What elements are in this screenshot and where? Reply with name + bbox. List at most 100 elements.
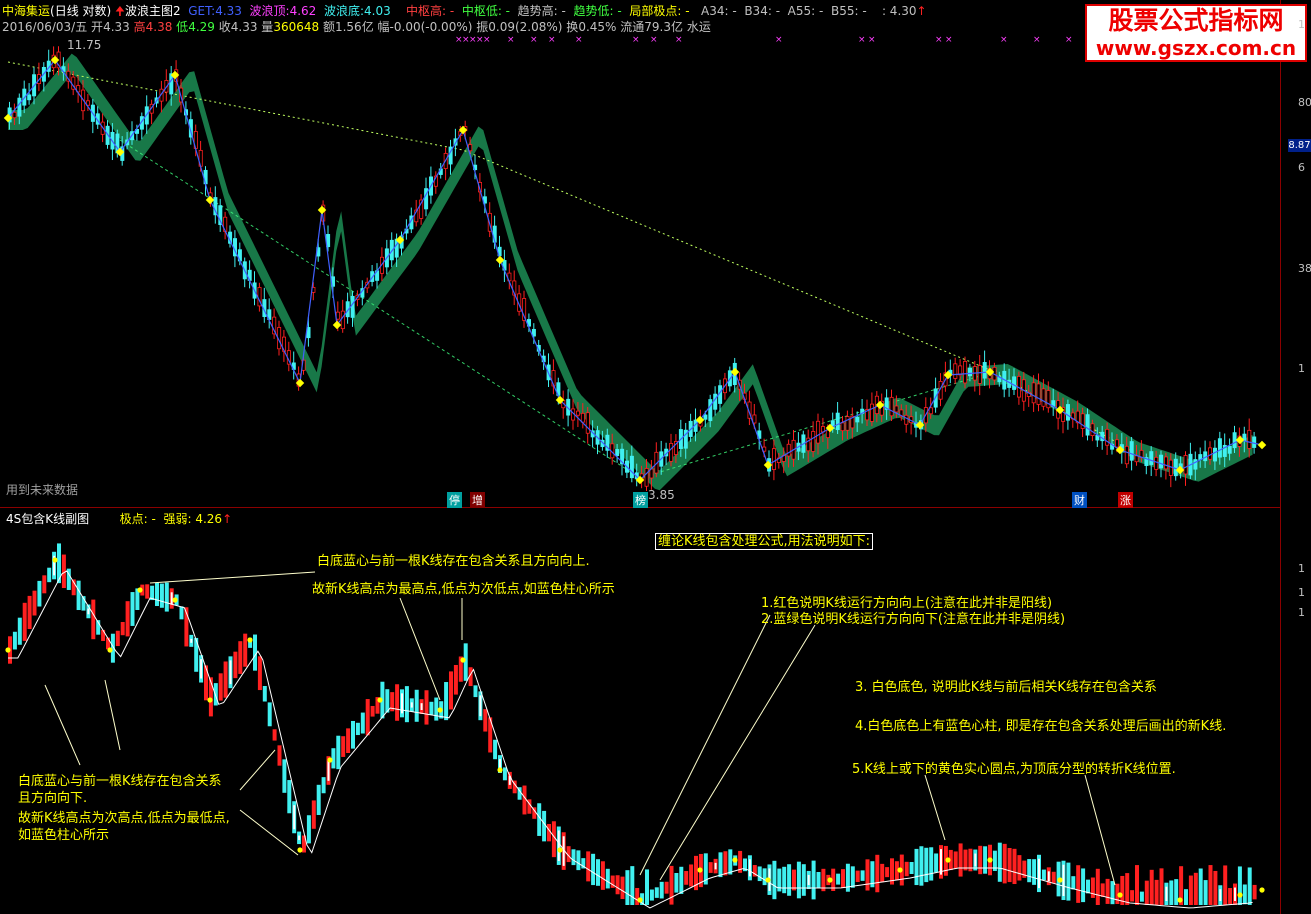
- sub-axis-label: 1: [1298, 606, 1305, 619]
- inclusion-white-core: [940, 849, 942, 875]
- magenta-x-marker: ×: [650, 35, 658, 45]
- inclusion-white-core: [87, 608, 90, 615]
- magenta-x-marker: ×: [575, 35, 583, 45]
- inclusion-kline-bar: [355, 722, 360, 736]
- inclusion-kline-bar: [115, 630, 120, 647]
- yellow-extreme-dot: [765, 877, 771, 883]
- inclusion-kline-bar: [1041, 869, 1046, 881]
- inclusion-kline-bar: [850, 866, 855, 888]
- inclusion-kline-bar: [223, 661, 228, 698]
- inclusion-white-core: [1047, 871, 1050, 882]
- yellow-extreme-dot: [1177, 897, 1183, 903]
- yellow-extreme-dot: [107, 647, 113, 653]
- badge-stop[interactable]: 停: [447, 492, 462, 508]
- hub-high: 中枢高: -: [405, 4, 455, 18]
- inclusion-kline-bar: [395, 684, 400, 721]
- red-up-arrow-icon: ↑: [222, 512, 233, 526]
- candle-body: [772, 448, 777, 470]
- indicator-name[interactable]: 波浪主图2: [125, 4, 181, 18]
- axis-label: 38: [1298, 262, 1311, 275]
- inclusion-white-core: [190, 638, 193, 643]
- sub-chart-title: 4S包含K线副图 极点: - 强弱: 4.26↑: [6, 510, 232, 527]
- yellow-extreme-dot: [460, 657, 466, 663]
- inclusion-kline-bar: [983, 846, 988, 874]
- inclusion-white-core: [479, 695, 482, 717]
- candle-body: [816, 420, 821, 444]
- candle-body: [708, 399, 713, 422]
- yellow-extreme-dot: [557, 847, 563, 853]
- yellow-extreme-dot: [637, 897, 643, 903]
- yellow-extreme-dot: [1057, 877, 1063, 883]
- yellow-extreme-dot: [697, 867, 703, 873]
- inclusion-kline-bar: [155, 582, 159, 607]
- inclusion-kline-bar: [728, 849, 733, 875]
- inclusion-kline-bar: [282, 759, 287, 793]
- inclusion-kline-bar: [414, 689, 419, 722]
- inclusion-kline-bar: [76, 580, 81, 611]
- candle-body: [1090, 423, 1095, 436]
- candle-body: [963, 361, 968, 384]
- candle-body: [1154, 456, 1159, 470]
- candle-body: [811, 431, 816, 452]
- candle-body: [1066, 404, 1071, 421]
- magenta-x-marker: ×: [868, 35, 876, 45]
- axis-label: 80: [1298, 96, 1311, 109]
- badge-finance[interactable]: 财: [1072, 492, 1087, 508]
- candle-body: [835, 412, 840, 431]
- candle-body: [169, 73, 174, 95]
- inclusion-kline-bar: [1125, 873, 1130, 905]
- low: 4.29: [188, 20, 215, 34]
- inclusion-kline-bar: [1002, 843, 1007, 884]
- inclusion-white-core: [1219, 889, 1222, 901]
- inclusion-kline-bar: [27, 595, 32, 630]
- candle-body: [644, 468, 649, 487]
- candle-body: [968, 367, 973, 377]
- inclusion-kline-bar: [1208, 865, 1213, 905]
- inclusion-kline-bar: [47, 567, 52, 583]
- a55: A55: -: [787, 4, 824, 18]
- inclusion-kline-bar: [880, 863, 885, 882]
- left-note-4: 如蓝色柱心所示: [18, 828, 110, 843]
- candle-body: [669, 443, 674, 462]
- inclusion-kline-bar: [1184, 889, 1188, 905]
- inclusion-kline-bar: [841, 869, 845, 888]
- sub-axis-label: 1: [1298, 562, 1305, 575]
- zhen: 0.09(2.08%): [488, 20, 563, 34]
- amount: 1.56亿: [334, 20, 374, 34]
- inclusion-kline-bar: [1228, 888, 1233, 904]
- inclusion-kline-bar: [213, 683, 218, 706]
- vol: 360648: [273, 20, 320, 34]
- candle-body: [27, 94, 32, 101]
- amount-label: 额: [322, 20, 335, 34]
- close: 4.33: [230, 20, 258, 34]
- sector: 水运: [686, 20, 711, 34]
- magenta-x-marker: ×: [1033, 35, 1041, 45]
- inclusion-kline-bar: [816, 871, 821, 889]
- stock-name[interactable]: 中海集运: [2, 4, 50, 18]
- badge-rise[interactable]: 涨: [1118, 492, 1133, 508]
- inclusion-kline-bar: [1027, 859, 1032, 883]
- inclusion-kline-bar: [1071, 876, 1076, 890]
- inclusion-kline-bar: [796, 861, 801, 899]
- inclusion-kline-bar: [453, 664, 458, 695]
- candle-body: [825, 429, 830, 439]
- candle-body: [12, 111, 17, 119]
- inclusion-kline-bar: [130, 592, 135, 626]
- sub-chart-name[interactable]: 4S包含K线副图: [6, 512, 89, 526]
- badge-list[interactable]: 榜: [633, 492, 648, 508]
- header-line-2: 2016/06/03/五 开4.33 高4.38 低4.29 收4.33 量36…: [2, 18, 711, 35]
- date: 2016/06/03/五: [2, 20, 88, 34]
- yellow-extreme-dot: [987, 857, 993, 863]
- tail-value: : 4.30: [881, 4, 917, 18]
- magenta-x-marker: ×: [935, 35, 943, 45]
- inclusion-kline-bar: [502, 767, 507, 781]
- sub-average-line: [8, 570, 1253, 909]
- inclusion-white-core: [170, 592, 173, 605]
- inclusion-kline-bar: [615, 875, 620, 895]
- badge-increase[interactable]: 增: [470, 492, 485, 508]
- axis-label: 6: [1298, 161, 1305, 174]
- local-extreme: 局部极点: -: [629, 4, 690, 18]
- close-label: 收: [218, 20, 231, 34]
- candle-body: [576, 410, 581, 416]
- candle-body: [1232, 432, 1237, 449]
